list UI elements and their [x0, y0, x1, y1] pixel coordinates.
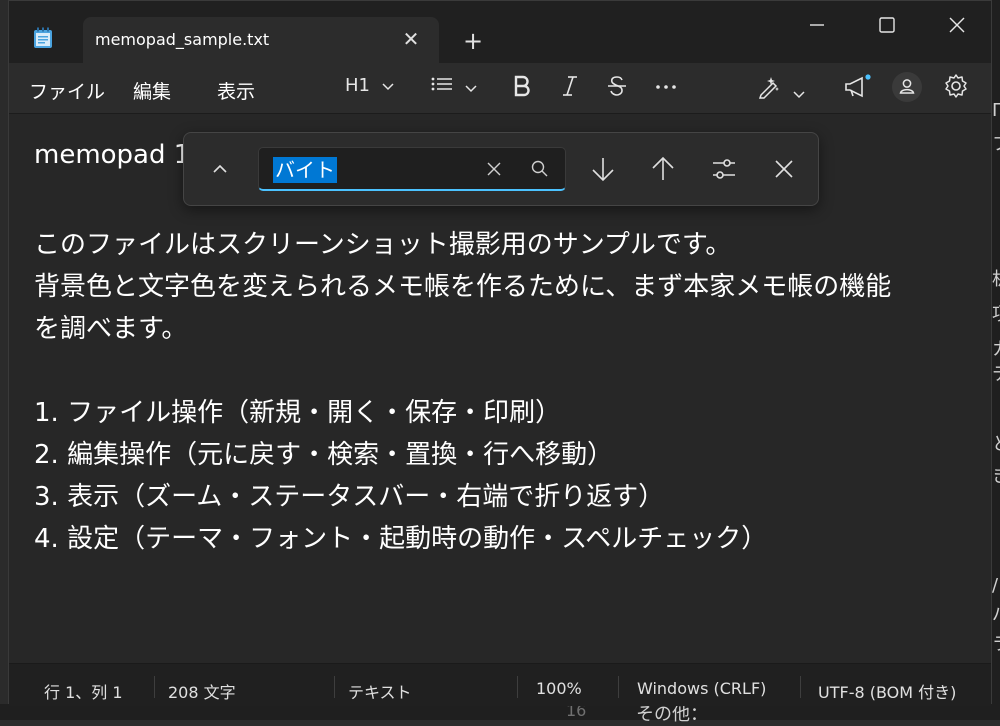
more-formatting-button[interactable]: [655, 73, 677, 99]
find-input[interactable]: バイト: [258, 147, 566, 191]
background-window-bottom: 16 その他：: [0, 701, 1000, 725]
status-divider: [517, 676, 518, 698]
toggle-replace-chevron-up-icon[interactable]: [206, 155, 234, 183]
editor-line: このファイルはスクリーンショット撮影用のサンプルです。: [34, 230, 732, 260]
status-divider: [800, 676, 801, 698]
sparkle-pen-icon: [758, 77, 779, 99]
editor-line: 背景色と文字色を変えられるメモ帳を作るために、まず本家メモ帳の機能: [34, 272, 892, 302]
heading-dropdown[interactable]: H1: [345, 75, 394, 101]
close-find-icon[interactable]: [770, 155, 798, 183]
status-bar: 行 1、列 1 208 文字 テキスト 100% Windows (CRLF) …: [9, 663, 991, 706]
background-text: 項: [992, 300, 1000, 326]
chevron-down-icon: [793, 91, 805, 99]
editor-line: memopad 1: [34, 140, 191, 170]
strikethrough-button[interactable]: [607, 75, 627, 101]
strikethrough-icon: [608, 76, 626, 96]
announcements-button[interactable]: [843, 73, 871, 99]
cursor-position[interactable]: 行 1、列 1: [44, 679, 123, 703]
italic-button[interactable]: [561, 75, 579, 101]
search-icon[interactable]: [529, 158, 551, 180]
chevron-down-icon: [382, 83, 394, 91]
minimize-icon[interactable]: [801, 11, 833, 39]
account-icon: [892, 72, 922, 102]
bold-icon: [514, 75, 530, 97]
account-button[interactable]: [891, 71, 923, 102]
copilot-dropdown[interactable]: [757, 75, 805, 101]
tab-memopad-sample[interactable]: memopad_sample.txt ✕: [83, 17, 439, 63]
clear-icon[interactable]: [483, 158, 505, 180]
background-text: テ: [992, 360, 1000, 386]
chevron-down-icon: [465, 85, 477, 93]
find-query-selected: バイト: [273, 157, 337, 183]
notepad-app-icon: [34, 27, 52, 48]
settings-button[interactable]: [943, 73, 969, 99]
editor-line: 1. ファイル操作（新規・開く・保存・印刷）: [34, 398, 562, 428]
list-icon: [431, 77, 452, 91]
background-text: パ: [992, 600, 1000, 626]
status-divider: [334, 676, 335, 698]
find-next-arrow-down-icon[interactable]: [589, 155, 617, 183]
background-text: ラ: [992, 630, 1000, 656]
background-text: П: [992, 100, 1000, 121]
tab-title: memopad_sample.txt: [95, 30, 270, 49]
document-format: テキスト: [348, 683, 412, 702]
editor-line: 3. 表示（ズーム・ステータスバー・右端で折り返す）: [34, 482, 665, 512]
maximize-icon[interactable]: [871, 11, 903, 39]
editor-line: 2. 編集操作（元に戻す・検索・置換・行へ移動）: [34, 440, 614, 470]
find-previous-arrow-up-icon[interactable]: [649, 155, 677, 183]
bold-button[interactable]: [513, 75, 531, 101]
menu-bar: ファイル 編集 表示 H1: [9, 63, 991, 114]
notepad-window: memopad_sample.txt ✕ + ファイル 編集 表示 H1 mem…: [8, 0, 992, 706]
encoding: UTF-8 (BOM 付き): [818, 683, 957, 702]
find-bar: バイト: [183, 132, 819, 206]
status-divider: [618, 676, 619, 698]
heading-label: H1: [345, 75, 370, 96]
background-text: 机: [992, 265, 1000, 291]
background-window-edge: П フ 机 項 カ テ と き / パ ラ: [992, 0, 1000, 720]
tab-close-icon[interactable]: ✕: [399, 27, 423, 51]
background-text: き: [992, 462, 1000, 488]
line-ending: Windows (CRLF): [637, 679, 767, 698]
editor-line: 4. 設定（テーマ・フォント・起動時の動作・スペルチェック）: [34, 524, 768, 554]
megaphone-icon: [845, 74, 871, 98]
status-divider: [154, 676, 155, 698]
close-window-icon[interactable]: [941, 11, 973, 39]
zoom-level[interactable]: 100%: [536, 679, 582, 698]
background-text: カ: [992, 335, 1000, 361]
menu-file[interactable]: ファイル: [29, 77, 105, 104]
more-icon: [656, 85, 676, 89]
new-tab-button[interactable]: +: [461, 29, 485, 53]
italic-icon: [563, 76, 577, 96]
find-options-sliders-icon[interactable]: [710, 155, 738, 183]
list-dropdown[interactable]: [431, 75, 477, 101]
menu-view[interactable]: 表示: [217, 77, 255, 104]
background-text: /: [992, 575, 999, 596]
gear-icon: [945, 74, 967, 98]
character-count: 208 文字: [168, 683, 236, 702]
editor-line: を調べます。: [34, 314, 188, 344]
title-bar[interactable]: memopad_sample.txt ✕ +: [9, 1, 991, 63]
background-text: フ: [992, 130, 1000, 156]
menu-edit[interactable]: 編集: [133, 77, 171, 104]
background-text: と: [992, 430, 1000, 456]
